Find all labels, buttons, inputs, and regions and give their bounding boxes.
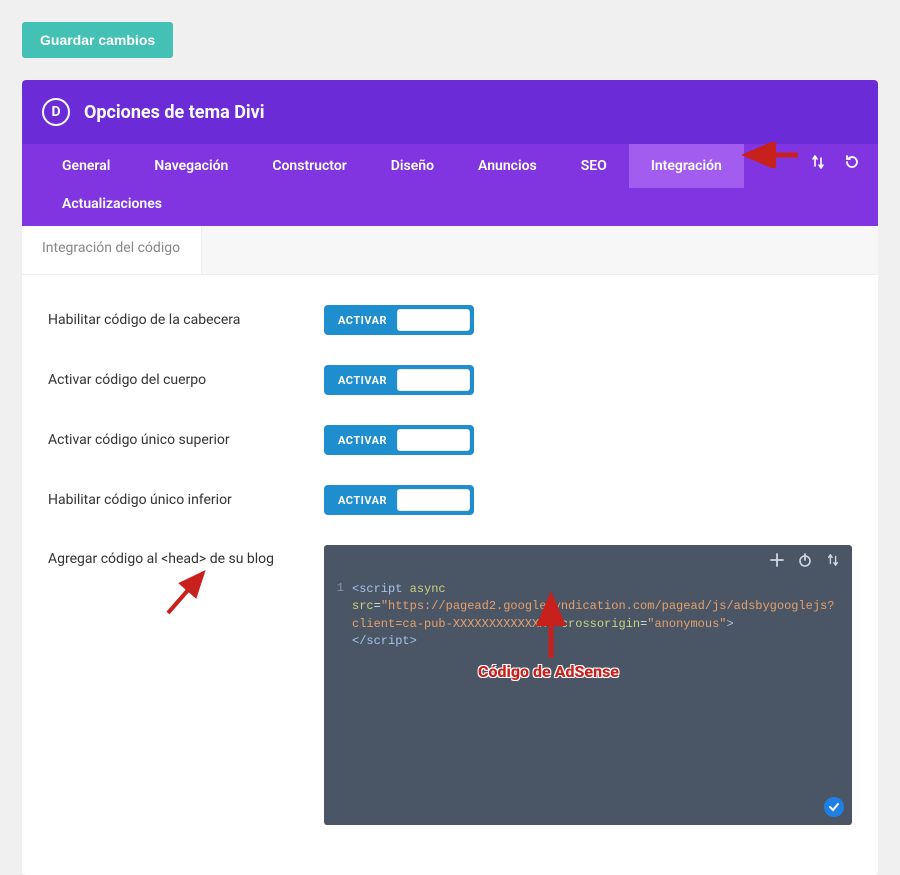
- sort-icon[interactable]: [826, 553, 840, 572]
- code-toolbar: [770, 553, 840, 572]
- save-button[interactable]: Guardar cambios: [22, 22, 173, 58]
- code-content: 1 <script async src="https://pagead2.goo…: [336, 581, 840, 651]
- tab-bar-icons: [810, 154, 860, 174]
- tab-bar: General Navegación Constructor Diseño An…: [22, 144, 878, 226]
- tab-diseno[interactable]: Diseño: [369, 144, 456, 188]
- tab-actualizaciones[interactable]: Actualizaciones: [40, 188, 860, 226]
- toggle-top-code[interactable]: ACTIVAR: [324, 425, 474, 455]
- divi-options-panel: D Opciones de tema Divi General Navegaci…: [22, 80, 878, 875]
- row-body-code: Activar código del cuerpo ACTIVAR: [48, 365, 852, 395]
- toggle-bottom-code[interactable]: ACTIVAR: [324, 485, 474, 515]
- tab-general[interactable]: General: [40, 144, 132, 188]
- row-bottom-code: Habilitar código único inferior ACTIVAR: [48, 485, 852, 515]
- toggle-knob: [397, 489, 470, 511]
- toggle-state-label: ACTIVAR: [328, 494, 397, 507]
- toggle-body-code[interactable]: ACTIVAR: [324, 365, 474, 395]
- row-top-code: Activar código único superior ACTIVAR: [48, 425, 852, 455]
- head-code-editor[interactable]: 1 <script async src="https://pagead2.goo…: [324, 545, 852, 825]
- toggle-knob: [397, 369, 470, 391]
- toggle-knob: [397, 309, 470, 331]
- tab-integracion[interactable]: Integración: [629, 144, 744, 188]
- label-head-code: Agregar código al <head> de su blog: [48, 545, 324, 825]
- toggle-header-code[interactable]: ACTIVAR: [324, 305, 474, 335]
- code-text[interactable]: <script async src="https://pagead2.googl…: [352, 581, 840, 651]
- row-header-code: Habilitar código de la cabecera ACTIVAR: [48, 305, 852, 335]
- tab-constructor[interactable]: Constructor: [250, 144, 368, 188]
- tab-anuncios[interactable]: Anuncios: [456, 144, 559, 188]
- power-icon[interactable]: [798, 553, 812, 572]
- sort-icon[interactable]: [810, 154, 826, 174]
- panel-header: D Opciones de tema Divi: [22, 80, 878, 144]
- tab-seo[interactable]: SEO: [559, 144, 629, 188]
- panel-title: Opciones de tema Divi: [84, 102, 265, 123]
- label-top-code: Activar código único superior: [48, 432, 324, 448]
- tab-navegacion[interactable]: Navegación: [132, 144, 250, 188]
- code-gutter: 1: [336, 581, 352, 651]
- toggle-knob: [397, 429, 470, 451]
- reset-icon[interactable]: [844, 154, 860, 174]
- label-header-code: Habilitar código de la cabecera: [48, 312, 324, 328]
- subtab-integracion-codigo[interactable]: Integración del código: [22, 226, 202, 275]
- add-icon[interactable]: [770, 553, 784, 572]
- divi-logo-icon: D: [42, 98, 70, 126]
- form-area: Habilitar código de la cabecera ACTIVAR …: [22, 275, 878, 875]
- done-badge-icon: [824, 797, 844, 817]
- label-bottom-code: Habilitar código único inferior: [48, 492, 324, 508]
- label-body-code: Activar código del cuerpo: [48, 372, 324, 388]
- subtab-fill: [202, 226, 878, 275]
- toggle-state-label: ACTIVAR: [328, 374, 397, 387]
- toggle-state-label: ACTIVAR: [328, 314, 397, 327]
- toggle-state-label: ACTIVAR: [328, 434, 397, 447]
- row-head-code-editor: Agregar código al <head> de su blog: [48, 545, 852, 825]
